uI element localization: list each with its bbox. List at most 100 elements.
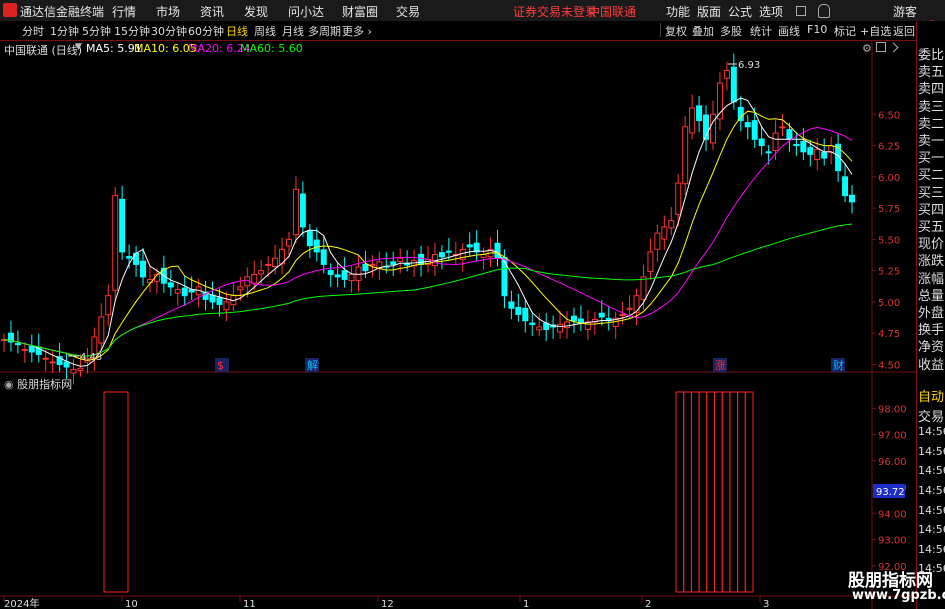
indicator-bar — [690, 391, 700, 593]
candle-body — [793, 144, 800, 147]
candle-body — [508, 301, 515, 309]
x-tick-label: 12 — [381, 599, 394, 609]
period-weekly[interactable]: 周线 — [254, 23, 276, 39]
trade-time-row: 14:56 — [918, 425, 945, 439]
trade-login-status[interactable]: 证券交易未登录 — [513, 3, 597, 20]
period-more[interactable]: 更多 › — [342, 23, 372, 39]
btn-biaoji[interactable]: 标记 — [834, 23, 856, 39]
candle-body — [272, 257, 279, 267]
candle-body — [689, 107, 696, 134]
ma10-line — [3, 110, 853, 361]
ma5-line — [3, 97, 853, 367]
candle-body — [251, 273, 258, 284]
candle-body — [341, 270, 348, 280]
menu-jiaoyi[interactable]: 交易 — [396, 3, 420, 20]
kline-chart-area[interactable]: 6.50 6.25 6.00 5.75 5.50 5.25 5.00 4.75 4.50 6.9… — [0, 40, 916, 609]
app-title: 通达信金融终端 — [20, 5, 105, 19]
candle-body — [63, 361, 70, 368]
indicator-toggle-icon[interactable]: ◉ — [4, 378, 14, 391]
period-60min[interactable]: 60分钟 — [188, 23, 224, 39]
menu-faxian[interactable]: 发现 — [244, 3, 268, 20]
indicator-bar — [103, 391, 129, 593]
low-price-label: 4.43 — [80, 352, 102, 363]
menu-gongneng[interactable]: 功能 — [666, 3, 690, 20]
menu-zixun[interactable]: 资讯 — [200, 3, 224, 20]
quote-label: 外盘 — [918, 306, 945, 321]
current-value-label: 93.72 — [876, 487, 905, 498]
moving-average-lines — [3, 97, 853, 367]
candle-body — [223, 301, 230, 311]
lock-icon[interactable] — [818, 4, 830, 18]
candle-body — [77, 367, 84, 371]
period-5min[interactable]: 5分钟 — [82, 23, 111, 39]
candle-body — [779, 126, 786, 129]
period-daily[interactable]: 日线 — [226, 23, 248, 39]
indicator-bar — [698, 391, 708, 593]
candle-body — [28, 345, 35, 353]
candle-body — [14, 343, 21, 346]
y-tick-label: 5.25 — [878, 267, 900, 278]
candle-body — [327, 270, 334, 275]
btn-back[interactable]: 返回 — [893, 23, 915, 39]
candle-body — [661, 226, 668, 240]
main-y-axis: 6.50 6.25 6.00 5.75 5.50 5.25 5.00 4.75 4.50 — [872, 110, 900, 371]
candle-body — [299, 193, 306, 228]
candle-body — [501, 256, 508, 297]
btn-add-favorite[interactable]: +自选 — [860, 23, 891, 39]
candle-body — [112, 195, 119, 291]
trade-time-row: 14:56 — [918, 464, 945, 478]
menu-hangqing[interactable]: 行情 — [112, 3, 136, 20]
menu-caifuquan[interactable]: 财富圈 — [342, 3, 378, 20]
btn-diejia[interactable]: 叠加 — [692, 23, 714, 39]
window-icon[interactable] — [796, 6, 806, 16]
menu-shichang[interactable]: 市场 — [156, 3, 180, 20]
candle-body — [536, 326, 543, 331]
btn-f10[interactable]: F10 — [807, 23, 827, 36]
y-tick-label: 4.50 — [878, 360, 900, 371]
btn-duogu[interactable]: 多股 — [720, 23, 742, 39]
period-multi[interactable]: 多周期 — [308, 23, 341, 39]
candle-body — [640, 276, 647, 301]
trade-time-row: 交易 — [918, 409, 945, 425]
auto-trade-toggle[interactable]: 自动 — [918, 386, 945, 405]
ma60-line — [3, 223, 853, 357]
user-guest[interactable]: 游客 — [893, 3, 917, 20]
period-fenshi[interactable]: 分时 — [22, 23, 44, 39]
quote-label: 总量 — [918, 288, 945, 304]
period-monthly[interactable]: 月线 — [282, 23, 304, 39]
quote-label: 涨跌 — [918, 254, 945, 270]
quote-label: 现价 — [918, 237, 945, 253]
y-tick-label: 5.75 — [878, 204, 900, 215]
sub-indicator-title: ◉ 股朋指标网 — [4, 376, 72, 392]
trade-time-row: 14:56 — [918, 484, 945, 497]
candle-body — [42, 357, 49, 360]
candle-body — [723, 70, 730, 79]
sub-tick-label: 96.00 — [878, 457, 907, 468]
candle-body — [70, 368, 77, 374]
y-tick-label: 6.50 — [878, 110, 900, 121]
candle-body — [494, 242, 501, 259]
btn-huaxian[interactable]: 画线 — [778, 23, 800, 39]
sub-indicator-name: 股朋指标网 — [17, 378, 73, 391]
menu-wenxiaoda[interactable]: 问小达 — [288, 3, 324, 20]
candle-body — [404, 263, 411, 266]
candle-body — [21, 348, 28, 351]
menu-banmian[interactable]: 版面 — [697, 3, 721, 20]
btn-tongji[interactable]: 统计 — [750, 23, 772, 39]
period-30min[interactable]: 30分钟 — [151, 23, 187, 39]
event-marker: $ — [217, 359, 224, 372]
current-value-box: 93.72 — [873, 484, 905, 498]
candle-body — [126, 255, 133, 259]
candle-body — [313, 239, 320, 253]
candle-body — [807, 147, 814, 155]
btn-fuquan[interactable]: 复权 — [665, 23, 687, 39]
watermark-url: www.7gpzb.com — [852, 588, 945, 603]
menu-xuanxiang[interactable]: 选项 — [759, 3, 783, 20]
candle-body — [167, 282, 174, 288]
quote-label: 卖四 — [918, 82, 945, 98]
sub-tick-label: 98.00 — [878, 404, 907, 415]
indicator-bar — [706, 391, 715, 593]
menu-gongshi[interactable]: 公式 — [728, 3, 752, 20]
period-1min[interactable]: 1分钟 — [50, 23, 79, 39]
period-15min[interactable]: 15分钟 — [114, 23, 150, 39]
